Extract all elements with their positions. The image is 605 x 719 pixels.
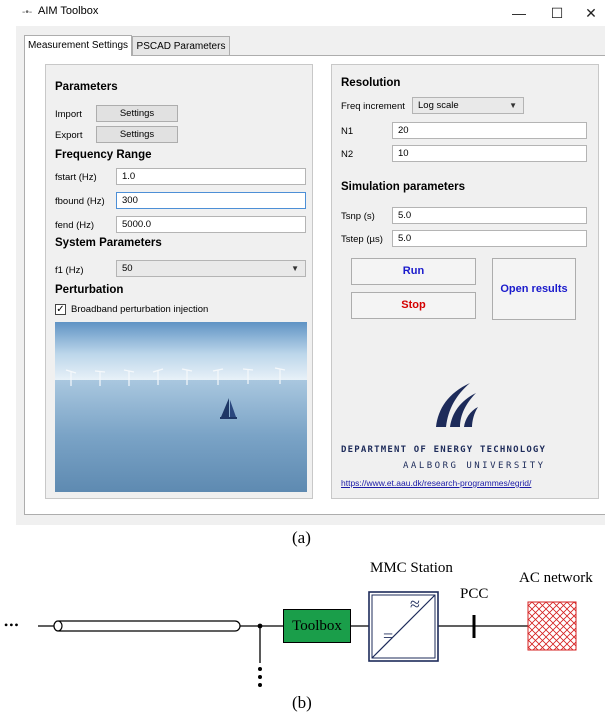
mmc-dc-symbol: = [383, 626, 394, 646]
minimize-button[interactable]: — [504, 3, 534, 23]
broadband-checkbox[interactable]: ✓ [55, 304, 66, 315]
resolution-heading: Resolution [341, 77, 401, 89]
freq-increment-label: Freq increment [341, 101, 405, 112]
chevron-down-icon: ▼ [291, 264, 299, 273]
department-name: DEPARTMENT OF ENERGY TECHNOLOGY [341, 445, 547, 455]
n1-label: N1 [341, 126, 354, 137]
tsnp-label: Tsnp (s) [341, 211, 375, 222]
tstep-label: Tstep (µs) [341, 234, 383, 245]
toolbox-block: Toolbox [283, 609, 351, 643]
tstep-input[interactable]: 5.0 [392, 230, 587, 247]
tab-pscad-parameters[interactable]: PSCAD Parameters [132, 36, 230, 56]
frequency-range-heading: Frequency Range [55, 149, 152, 161]
perturbation-heading: Perturbation [55, 284, 124, 296]
import-label: Import [55, 109, 82, 120]
simulation-parameters-heading: Simulation parameters [341, 181, 465, 193]
maximize-button[interactable]: ☐ [542, 3, 572, 23]
mmc-station-label: MMC Station [370, 560, 453, 576]
system-parameters-heading: System Parameters [55, 237, 162, 249]
chevron-down-icon: ▼ [509, 101, 517, 110]
tab-panel: Parameters Import Settings Export Settin… [24, 55, 605, 515]
n1-input[interactable]: 20 [392, 122, 587, 139]
left-settings-group: Parameters Import Settings Export Settin… [45, 64, 313, 499]
caption-a: (a) [292, 528, 311, 547]
export-settings-button[interactable]: Settings [96, 126, 178, 143]
stop-button[interactable]: Stop [351, 292, 476, 319]
caption-b: (b) [292, 693, 312, 712]
fend-label: fend (Hz) [55, 220, 95, 231]
app-icon: -•- [22, 7, 33, 18]
freq-increment-select[interactable]: Log scale ▼ [412, 97, 524, 114]
export-label: Export [55, 130, 83, 141]
open-results-button[interactable]: Open results [492, 258, 576, 320]
f1-select[interactable]: 50 ▼ [116, 260, 306, 277]
f1-select-value: 50 [122, 263, 133, 274]
freq-increment-value: Log scale [418, 100, 459, 111]
system-diagram: ••• Toolbox ≈ = MMC Station PCC AC netwo… [0, 560, 605, 690]
fbound-label: fbound (Hz) [55, 196, 105, 207]
fstart-label: fstart (Hz) [55, 172, 97, 183]
import-settings-button[interactable]: Settings [96, 105, 178, 122]
fstart-input[interactable]: 1.0 [116, 168, 306, 185]
fbound-input[interactable]: 300 [116, 192, 306, 209]
pcc-label: PCC [460, 586, 489, 602]
broadband-label: Broadband perturbation injection [71, 304, 209, 315]
tsnp-input[interactable]: 5.0 [392, 207, 587, 224]
app-window: -•- AIM Toolbox — ☐ ✕ Measurement Settin… [16, 0, 605, 525]
n2-label: N2 [341, 149, 354, 160]
tab-measurement-settings[interactable]: Measurement Settings [24, 35, 132, 56]
title-bar: -•- AIM Toolbox — ☐ ✕ [16, 0, 605, 26]
offshore-wind-farm-image [55, 322, 307, 492]
aau-logo-icon [436, 383, 478, 427]
ac-network-label: AC network [519, 570, 593, 586]
f1-label: f1 (Hz) [55, 265, 84, 276]
egrid-link[interactable]: https://www.et.aau.dk/research-programme… [341, 478, 531, 488]
university-name: AALBORG UNIVERSITY [403, 461, 546, 471]
parameters-heading: Parameters [55, 81, 118, 93]
mmc-ac-symbol: ≈ [410, 594, 420, 614]
fend-input[interactable]: 5000.0 [116, 216, 306, 233]
run-button[interactable]: Run [351, 258, 476, 285]
window-title: AIM Toolbox [38, 5, 99, 17]
right-settings-group: Resolution Freq increment Log scale ▼ N1… [331, 64, 599, 499]
close-button[interactable]: ✕ [576, 3, 605, 23]
n2-input[interactable]: 10 [392, 145, 587, 162]
